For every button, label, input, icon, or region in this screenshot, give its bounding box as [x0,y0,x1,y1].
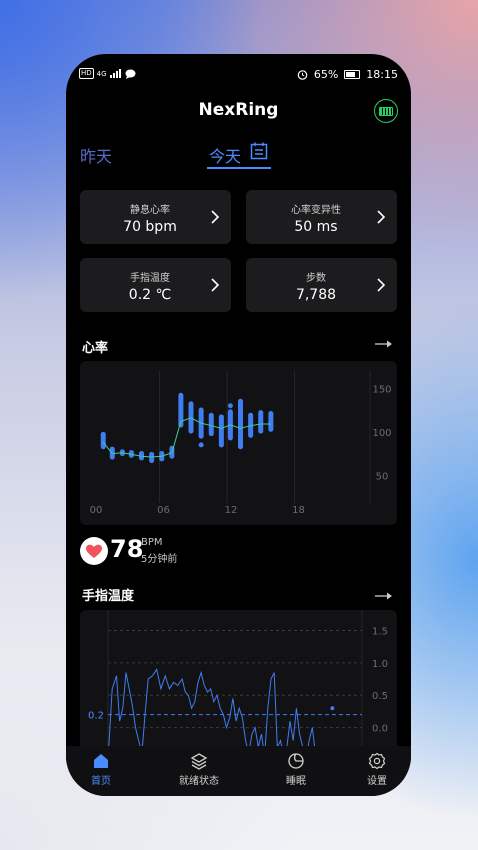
y-tick-label: 1.5 [372,626,388,637]
card-label: 静息心率 [130,205,170,216]
y-tick-label: 0.0 [372,724,388,735]
hr-range-bar [100,431,106,450]
heart-rate-title: 心率 [82,341,109,356]
layers-icon [190,753,208,770]
x-tick-label: 06 [157,505,170,516]
hd-badge: HD [79,68,94,79]
nav-label: 首页 [91,776,111,787]
reference-label: 0.2 [88,711,104,722]
tab-yesterday[interactable]: 昨天 [80,143,112,167]
finger-temp-chart[interactable]: 1.5 1.0 0.5 0.0 0.2 [80,610,397,750]
message-icon [125,69,136,79]
bottom-nav: 首页 就绪状态 睡眠 设置 [66,746,411,796]
nav-readiness[interactable]: 就绪状态 [169,752,229,787]
card-value: 50 ms [294,219,338,235]
finger-temp-chart-svg: 1.5 1.0 0.5 0.0 0.2 [88,610,388,750]
phone-screen: HD 4G 65% 18:15 NexRing 昨天 今天 静息心率 70 bp… [66,54,411,796]
hr-range-bar [218,414,224,448]
y-tick-label: 150 [372,384,391,395]
home-icon [94,754,108,768]
x-tick-label: 00 [90,505,103,516]
tab-today[interactable]: 今天 [209,143,241,167]
x-tick-label: 18 [292,505,305,516]
card-label: 步数 [306,273,326,284]
gear-icon [368,752,386,770]
hr-range-bar [268,410,274,432]
ring-battery-icon [379,106,393,116]
hr-range-bar [258,410,264,434]
card-steps[interactable]: 步数 7,788 [246,258,397,312]
arrow-right-icon[interactable] [374,591,394,601]
moon-icon [288,753,304,769]
nav-label: 设置 [367,776,387,787]
heart-rate-chart[interactable]: 150 100 50 00 06 12 18 [80,361,397,525]
card-value: 0.2 ℃ [128,287,172,303]
signal-icon [109,69,121,78]
card-label: 心率变异性 [291,205,341,216]
card-value: 7,788 [295,287,337,303]
finger-temp-title: 手指温度 [82,589,135,604]
hr-range-bar [208,412,214,437]
clock: 18:15 [366,68,398,81]
app-title: NexRing [198,100,279,120]
current-hr-value: 78 [110,535,144,563]
heart-rate-chart-svg: 150 100 50 00 06 12 18 [90,371,392,516]
current-hr-time: 5分钟前 [141,554,178,565]
hr-dot [198,442,204,448]
chevron-right-icon [377,278,386,292]
heart-icon [85,544,103,558]
arrow-right-icon[interactable] [374,339,394,349]
temp-line [108,668,320,750]
alarm-icon [297,70,308,80]
hr-range-bar [238,398,243,450]
hr-trend-line [102,417,271,458]
card-hrv[interactable]: 心率变异性 50 ms [246,190,397,244]
chevron-right-icon [211,278,220,292]
tab-indicator [207,167,271,169]
card-value: 70 bpm [123,219,177,235]
nav-label: 就绪状态 [179,776,219,787]
y-tick-label: 50 [376,471,389,482]
chevron-right-icon [377,210,386,224]
card-label: 手指温度 [130,273,170,284]
y-tick-label: 100 [372,428,391,439]
battery-percent: 65% [313,68,339,81]
hr-dot [227,403,233,409]
nav-sleep[interactable]: 睡眠 [266,752,326,787]
nav-settings[interactable]: 设置 [347,752,407,787]
battery-icon [344,70,361,79]
heart-badge [80,537,108,565]
y-tick-label: 1.0 [372,659,388,670]
current-hr-unit: BPM [141,537,163,548]
y-tick-label: 0.5 [372,691,388,702]
calendar-icon[interactable] [250,142,268,160]
network-type: 4G [96,69,107,78]
chevron-right-icon [211,210,220,224]
x-tick-label: 12 [225,505,238,516]
temp-last-point [330,706,335,711]
ring-battery-button[interactable] [374,99,398,123]
card-resting-hr[interactable]: 静息心率 70 bpm [80,190,231,244]
card-finger-temp[interactable]: 手指温度 0.2 ℃ [80,258,231,312]
nav-label: 睡眠 [286,776,306,787]
status-bar: HD 4G 65% 18:15 [66,68,411,84]
nav-home[interactable]: 首页 [71,752,131,787]
